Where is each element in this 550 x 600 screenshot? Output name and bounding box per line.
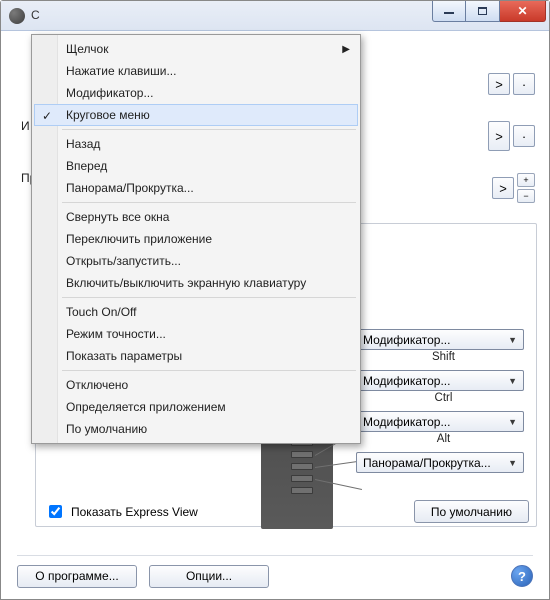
context-menu: Щелчок ▶ Нажатие клавиши... Модификатор.… [31, 34, 361, 444]
combo-label: Модификатор... [363, 333, 450, 347]
close-button[interactable]: ✕ [500, 1, 546, 22]
combo-label: Модификатор... [363, 415, 450, 429]
modifier-combo-4[interactable]: Панорама/Прокрутка... ▼ [356, 452, 524, 473]
menu-separator [62, 202, 356, 203]
window-title: С [31, 8, 40, 22]
menu-separator [62, 129, 356, 130]
menu-item-app-defined[interactable]: Определяется приложением [34, 396, 358, 418]
checkbox-input[interactable] [49, 505, 62, 518]
menu-item-label: Свернуть все окна [66, 210, 169, 224]
menu-item-modifier[interactable]: Модификатор... [34, 82, 358, 104]
modifier-row: Модификатор... ▼ Alt [356, 411, 531, 445]
right-btn-dot-1[interactable]: · [513, 73, 535, 95]
show-express-view-checkbox[interactable]: Показать Express View [45, 502, 198, 521]
menu-item-precision-mode[interactable]: Режим точности... [34, 323, 358, 345]
menu-item-label: Назад [66, 137, 100, 151]
chevron-down-icon: ▼ [508, 335, 517, 345]
menu-item-label: Переключить приложение [66, 232, 212, 246]
modifier-value-2: Ctrl [356, 392, 531, 404]
app-icon [9, 8, 25, 24]
right-btn-dot-2[interactable]: · [513, 125, 535, 147]
window-titlebar: С ✕ [1, 1, 549, 31]
menu-item-keypress[interactable]: Нажатие клавиши... [34, 60, 358, 82]
menu-item-label: Определяется приложением [66, 400, 226, 414]
menu-separator [62, 370, 356, 371]
check-icon: ✓ [42, 109, 52, 123]
maximize-button[interactable] [466, 1, 500, 22]
chevron-down-icon: ▼ [508, 376, 517, 386]
reset-default-button[interactable]: По умолчанию [414, 500, 529, 523]
bottom-bar: О программе... Опции... ? [17, 555, 533, 585]
menu-item-label: Показать параметры [66, 349, 182, 363]
minimize-button[interactable] [432, 1, 466, 22]
modifier-combo-2[interactable]: Модификатор... ▼ [356, 370, 524, 391]
modifier-row: Модификатор... ▼ Shift [356, 329, 531, 363]
combo-label: Панорама/Прокрутка... [363, 456, 491, 470]
about-button[interactable]: О программе... [17, 565, 137, 588]
menu-item-show-params[interactable]: Показать параметры [34, 345, 358, 367]
menu-item-label: Touch On/Off [66, 305, 136, 319]
right-button-stack: > · > · > + − [465, 71, 535, 227]
right-btn-gt-2[interactable]: > [488, 121, 510, 151]
menu-item-pan-scroll[interactable]: Панорама/Прокрутка... [34, 177, 358, 199]
chevron-down-icon: ▼ [508, 458, 517, 468]
submenu-arrow-icon: ▶ [342, 44, 350, 55]
menu-item-label: Открыть/запустить... [66, 254, 181, 268]
menu-item-label: Круговое меню [66, 108, 150, 122]
menu-item-radial-menu[interactable]: ✓ Круговое меню [34, 104, 358, 126]
menu-item-label: По умолчанию [66, 422, 147, 436]
menu-item-label: Модификатор... [66, 86, 153, 100]
menu-item-disabled[interactable]: Отключено [34, 374, 358, 396]
right-btn-gt-3[interactable]: > [492, 177, 514, 199]
checkbox-label: Показать Express View [71, 505, 198, 519]
right-btn-gt-1[interactable]: > [488, 73, 510, 95]
menu-item-label: Щелчок [66, 42, 108, 56]
modifier-combo-1[interactable]: Модификатор... ▼ [356, 329, 524, 350]
modifier-value-3: Alt [356, 433, 531, 445]
menu-item-open-run[interactable]: Открыть/запустить... [34, 250, 358, 272]
menu-item-label: Отключено [66, 378, 128, 392]
modifier-value-1: Shift [356, 351, 531, 363]
chevron-down-icon: ▼ [508, 417, 517, 427]
menu-item-label: Нажатие клавиши... [66, 64, 176, 78]
modifier-row: Модификатор... ▼ Ctrl [356, 370, 531, 404]
menu-item-label: Включить/выключить экранную клавиатуру [66, 276, 306, 290]
combo-label: Модификатор... [363, 374, 450, 388]
side-label-a: И [21, 119, 30, 133]
menu-item-forward[interactable]: Вперед [34, 155, 358, 177]
menu-item-switch-app[interactable]: Переключить приложение [34, 228, 358, 250]
menu-item-click[interactable]: Щелчок ▶ [34, 38, 358, 60]
modifier-combo-3[interactable]: Модификатор... ▼ [356, 411, 524, 432]
modifier-row: Панорама/Прокрутка... ▼ [356, 452, 531, 473]
menu-item-back[interactable]: Назад [34, 133, 358, 155]
menu-item-touch-toggle[interactable]: Touch On/Off [34, 301, 358, 323]
options-button[interactable]: Опции... [149, 565, 269, 588]
menu-item-default[interactable]: По умолчанию [34, 418, 358, 440]
menu-item-label: Вперед [66, 159, 107, 173]
right-btn-minus[interactable]: − [517, 189, 535, 203]
menu-item-label: Режим точности... [66, 327, 166, 341]
menu-item-minimize-all[interactable]: Свернуть все окна [34, 206, 358, 228]
window-buttons: ✕ [432, 1, 546, 22]
modifier-list: Модификатор... ▼ Shift Модификатор... ▼ … [356, 329, 531, 477]
menu-separator [62, 297, 356, 298]
help-button[interactable]: ? [511, 565, 533, 587]
right-btn-plus[interactable]: + [517, 173, 535, 187]
menu-item-toggle-osk[interactable]: Включить/выключить экранную клавиатуру [34, 272, 358, 294]
menu-item-label: Панорама/Прокрутка... [66, 181, 194, 195]
